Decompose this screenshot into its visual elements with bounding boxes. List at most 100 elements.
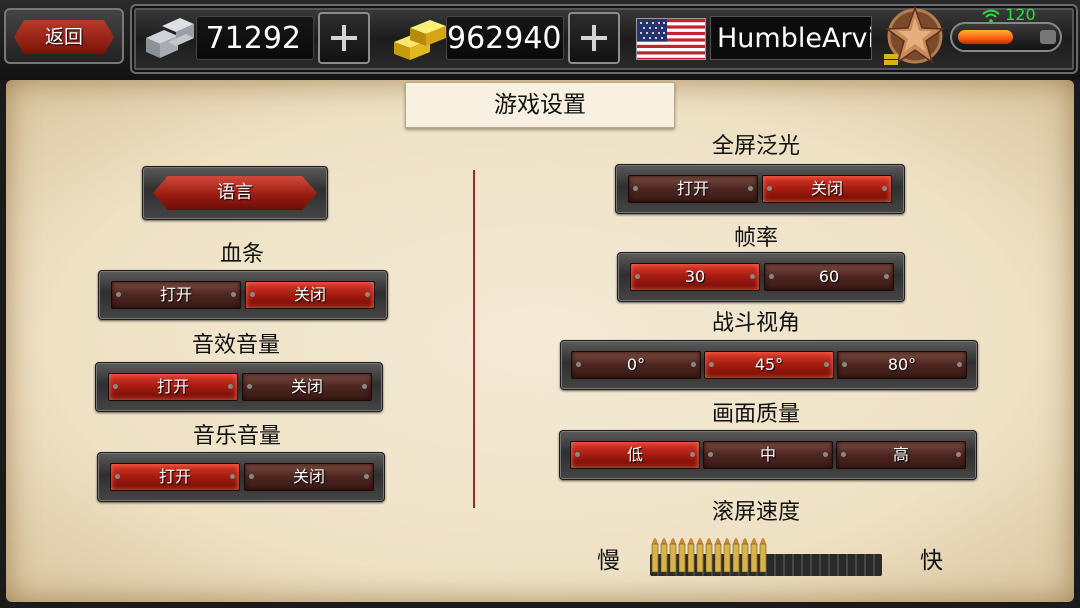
bullet-icon	[732, 538, 740, 573]
quality-label: 画面质量	[711, 402, 800, 427]
health-bar-label: 血条	[219, 242, 264, 267]
camera-angle-option-80[interactable]: 80°	[837, 351, 967, 379]
frame-rate-option-30[interactable]: 30	[630, 263, 760, 291]
sound-volume-toggle: 打开 关闭	[95, 362, 383, 412]
rivet-dot	[882, 186, 887, 191]
quality-toggle: 低 中 高	[559, 430, 977, 480]
gold-bars-icon	[394, 20, 446, 60]
bullet-icon	[705, 538, 713, 573]
bloom-label: 全屏泛光	[711, 134, 800, 159]
language-button[interactable]: 语言	[142, 166, 328, 220]
star-rank-badge-icon[interactable]	[880, 2, 950, 74]
rivet-dot	[633, 186, 638, 191]
rivet-dot	[364, 474, 369, 479]
rivet-dot	[750, 274, 755, 279]
music-volume-label: 音乐音量	[192, 424, 281, 449]
silver-value: 71292	[205, 21, 301, 56]
rivet-dot	[250, 292, 255, 297]
bloom-option-on[interactable]: 打开	[628, 175, 758, 203]
gold-counter: 962940	[446, 16, 564, 60]
scroll-speed-label: 滚屏速度	[711, 500, 800, 525]
bloom-option-off[interactable]: 关闭	[762, 175, 892, 203]
energy-cap	[1040, 30, 1056, 44]
music-volume-on-option[interactable]: 打开	[110, 463, 240, 491]
rivet-dot	[576, 362, 581, 367]
bullet-icon	[723, 538, 731, 573]
player-name[interactable]: HumbleArvin	[710, 16, 872, 60]
silver-counter: 71292	[196, 16, 314, 60]
rivet-dot	[228, 384, 233, 389]
bullet-icon	[741, 538, 749, 573]
frame-rate-label: 帧率	[733, 226, 778, 251]
rivet-dot	[709, 362, 714, 367]
language-button-label: 语言	[217, 182, 253, 203]
sound-volume-label: 音效音量	[191, 333, 280, 358]
rivet-dot	[247, 384, 252, 389]
sound-volume-off-option[interactable]: 关闭	[242, 373, 372, 401]
rivet-dot	[116, 292, 121, 297]
sound-volume-on-option[interactable]: 打开	[108, 373, 238, 401]
scroll-speed-slow-label: 慢	[597, 548, 620, 574]
add-gold-button[interactable]	[568, 12, 620, 64]
frame-rate-option-60[interactable]: 60	[764, 263, 894, 291]
rivet-dot	[748, 186, 753, 191]
scroll-speed-slider[interactable]	[650, 530, 882, 576]
rivet-dot	[842, 362, 847, 367]
column-divider	[473, 170, 475, 508]
bullet-icon	[696, 538, 704, 573]
rivet-dot	[365, 292, 370, 297]
bullet-icon	[678, 538, 686, 573]
bullet-icon	[714, 538, 722, 573]
rivet-dot	[575, 452, 580, 457]
rivet-dot	[823, 452, 828, 457]
camera-angle-toggle: 0° 45° 80°	[560, 340, 978, 390]
rivet-dot	[769, 274, 774, 279]
energy-fill	[958, 30, 1013, 44]
quality-option-medium[interactable]: 中	[703, 441, 833, 469]
scroll-speed-fast-label: 快	[920, 548, 943, 574]
rivet-dot	[767, 186, 772, 191]
rivet-dot	[230, 474, 235, 479]
bullet-icon	[669, 538, 677, 573]
bullet-icons	[651, 538, 767, 573]
wifi-icon	[982, 9, 1000, 23]
rivet-dot	[824, 362, 829, 367]
rivet-dot	[113, 384, 118, 389]
music-volume-toggle: 打开 关闭	[97, 452, 385, 502]
rivet-dot	[957, 362, 962, 367]
camera-angle-option-0[interactable]: 0°	[571, 351, 701, 379]
page-title: 游戏设置	[405, 82, 675, 128]
rivet-dot	[841, 452, 846, 457]
add-silver-button[interactable]	[318, 12, 370, 64]
bullet-icon	[687, 538, 695, 573]
us-flag-icon	[636, 18, 706, 60]
silver-ingots-icon	[146, 18, 194, 58]
rivet-dot	[115, 474, 120, 479]
music-volume-off-option[interactable]: 关闭	[244, 463, 374, 491]
rivet-dot	[249, 474, 254, 479]
health-bar-toggle: 打开 关闭	[98, 270, 388, 320]
rivet-dot	[635, 274, 640, 279]
camera-angle-label: 战斗视角	[711, 311, 800, 336]
frame-rate-toggle: 30 60	[617, 252, 905, 302]
quality-option-high[interactable]: 高	[836, 441, 966, 469]
health-bar-on-option[interactable]: 打开	[111, 281, 241, 309]
rivet-dot	[362, 384, 367, 389]
rivet-dot	[884, 274, 889, 279]
bullet-icon	[759, 538, 767, 573]
gold-value: 962940	[447, 21, 562, 56]
health-bar-off-option[interactable]: 关闭	[245, 281, 375, 309]
rivet-dot	[690, 452, 695, 457]
back-button-label: 返回	[44, 26, 83, 48]
back-button[interactable]: 返回	[4, 8, 124, 64]
rivet-dot	[691, 362, 696, 367]
bloom-toggle: 打开 关闭	[615, 164, 905, 214]
rivet-dot	[231, 292, 236, 297]
energy-gauge	[950, 22, 1062, 52]
rivet-dot	[708, 452, 713, 457]
rivet-dot	[956, 452, 961, 457]
bullet-icon	[750, 538, 758, 573]
camera-angle-option-45[interactable]: 45°	[704, 351, 834, 379]
bullet-icon	[651, 538, 659, 573]
quality-option-low[interactable]: 低	[570, 441, 700, 469]
